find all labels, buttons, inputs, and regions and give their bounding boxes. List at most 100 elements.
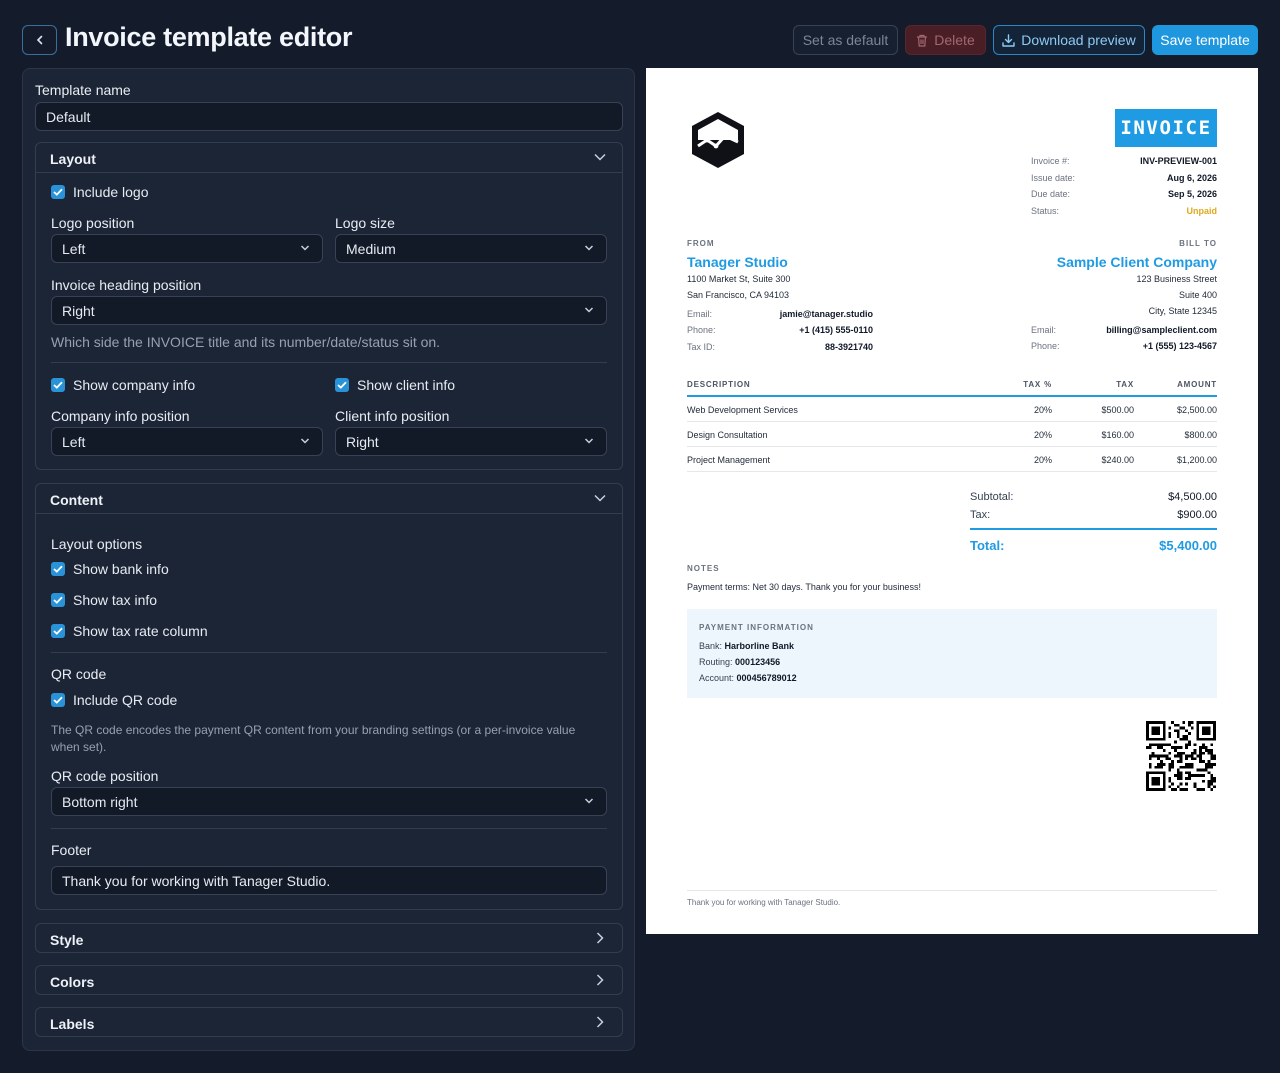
chevron-right-icon <box>596 974 604 986</box>
client-address-line-1: 123 Business Street <box>1136 274 1217 284</box>
checkbox-checked-icon <box>51 378 65 392</box>
page-title: Invoice template editor <box>65 22 353 52</box>
show-tax-info-label: Show tax info <box>73 592 158 608</box>
notes-caption: NOTES <box>687 564 720 573</box>
include-qr-code-label: Include QR code <box>73 692 178 708</box>
meta-status: Status: Unpaid <box>1031 206 1217 216</box>
set-as-default-button[interactable]: Set as default <box>793 25 898 55</box>
delete-button[interactable]: Delete <box>905 25 986 55</box>
logo-position-value: Left <box>62 240 86 257</box>
company-tax-id: Tax ID: 88-3921740 <box>687 342 873 352</box>
show-tax-info-checkbox[interactable]: Show tax info <box>51 592 157 608</box>
chevron-down-icon <box>584 438 594 444</box>
show-client-info-label: Show client info <box>357 377 456 393</box>
subtotal-row: Subtotal: $4,500.00 <box>970 491 1217 503</box>
table-row: Web Development Services 20% $500.00 $2,… <box>687 397 1217 422</box>
logo-position-select[interactable]: Left <box>51 234 323 263</box>
delete-label: Delete <box>934 32 975 48</box>
qr-position-select[interactable]: Bottom right <box>51 787 607 816</box>
template-name-label: Template name <box>35 82 131 98</box>
company-logo-icon <box>692 112 744 168</box>
include-logo-checkbox[interactable]: Include logo <box>51 184 149 200</box>
labels-section-title: Labels <box>50 1016 95 1032</box>
table-row: Design Consultation 20% $160.00 $800.00 <box>687 422 1217 447</box>
invoice-footer-text: Thank you for working with Tanager Studi… <box>687 898 841 907</box>
status-badge: Unpaid <box>1186 206 1218 216</box>
meta-due-date: Due date: Sep 5, 2026 <box>1031 189 1217 199</box>
show-tax-rate-column-checkbox[interactable]: Show tax rate column <box>51 623 208 639</box>
layout-section-header[interactable]: Layout <box>36 143 622 173</box>
payment-information-caption: PAYMENT INFORMATION <box>699 623 814 632</box>
save-template-button[interactable]: Save template <box>1152 25 1258 55</box>
meta-issue-date: Issue date: Aug 6, 2026 <box>1031 173 1217 183</box>
heading-position-help: Which side the INVOICE title and its num… <box>51 334 441 350</box>
style-section-header[interactable]: Style <box>35 923 623 953</box>
company-position-select[interactable]: Left <box>51 427 323 456</box>
save-template-label: Save template <box>1160 32 1250 48</box>
footer-input[interactable]: Thank you for working with Tanager Studi… <box>51 866 607 895</box>
chevron-down-icon <box>584 245 594 251</box>
chevron-right-icon <box>596 932 604 944</box>
content-section-header[interactable]: Content <box>36 484 622 514</box>
template-name-input[interactable]: Default <box>35 102 623 131</box>
layout-section: Layout Include logo Logo position Left L… <box>35 142 623 470</box>
labels-section-header[interactable]: Labels <box>35 1007 623 1037</box>
payment-information-box: PAYMENT INFORMATION Bank: Harborline Ban… <box>687 609 1217 698</box>
show-tax-rate-column-label: Show tax rate column <box>73 623 208 639</box>
company-position-label: Company info position <box>51 408 190 424</box>
company-address-line-1: 1100 Market St, Suite 300 <box>687 274 791 284</box>
content-section: Content Layout options Show bank info Sh… <box>35 483 623 910</box>
checkbox-checked-icon <box>51 185 65 199</box>
chevron-down-icon <box>300 245 310 251</box>
download-icon <box>1002 33 1015 47</box>
company-phone: Phone: +1 (415) 555-0110 <box>687 325 873 335</box>
set-as-default-label: Set as default <box>802 32 889 48</box>
footer-rule <box>687 890 1217 891</box>
client-position-select[interactable]: Right <box>335 427 607 456</box>
checkbox-checked-icon <box>51 562 65 576</box>
chevron-left-icon <box>36 35 42 45</box>
back-button[interactable] <box>22 25 57 55</box>
qr-code-help: The QR code encodes the payment QR conte… <box>51 723 576 754</box>
column-header-amount: AMOUNT <box>1177 380 1217 389</box>
chevron-down-icon <box>594 494 606 502</box>
client-phone: Phone: +1 (555) 123-4567 <box>1031 341 1217 351</box>
layout-section-title: Layout <box>50 151 96 167</box>
show-bank-info-checkbox[interactable]: Show bank info <box>51 561 169 577</box>
chevron-down-icon <box>584 307 594 313</box>
client-address-line-3: City, State 12345 <box>1148 306 1217 316</box>
colors-section-header[interactable]: Colors <box>35 965 623 995</box>
payment-routing: Routing: 000123456 <box>699 657 781 667</box>
client-position-value: Right <box>346 433 379 450</box>
client-name: Sample Client Company <box>1056 254 1217 270</box>
layout-options-label: Layout options <box>51 536 143 552</box>
column-header-description: DESCRIPTION <box>687 380 751 389</box>
show-company-info-checkbox[interactable]: Show company info <box>51 377 195 393</box>
payment-account: Account: 000456789012 <box>699 673 797 683</box>
logo-size-value: Medium <box>346 240 396 257</box>
divider <box>51 828 607 829</box>
heading-position-select[interactable]: Right <box>51 296 607 325</box>
table-row: Project Management 20% $240.00 $1,200.00 <box>687 447 1217 472</box>
download-preview-label: Download preview <box>1021 32 1136 48</box>
company-email: Email: jamie@tanager.studio <box>687 309 873 319</box>
notes-text: Payment terms: Net 30 days. Thank you fo… <box>687 582 921 592</box>
checkbox-checked-icon <box>335 378 349 392</box>
include-qr-code-checkbox[interactable]: Include QR code <box>51 692 177 708</box>
logo-size-select[interactable]: Medium <box>335 234 607 263</box>
from-caption: FROM <box>687 239 715 248</box>
show-client-info-checkbox[interactable]: Show client info <box>335 377 455 393</box>
meta-invoice-number: Invoice #: INV-PREVIEW-001 <box>1031 156 1217 166</box>
content-section-title: Content <box>50 492 103 508</box>
client-position-label: Client info position <box>335 408 450 424</box>
bill-to-caption: BILL TO <box>1179 239 1217 248</box>
chevron-down-icon <box>594 153 606 161</box>
invoice-preview: INVOICE Invoice #: INV-PREVIEW-001 Issue … <box>646 68 1258 934</box>
qr-code-label: QR code <box>51 666 107 682</box>
chevron-right-icon <box>596 1016 604 1028</box>
checkbox-checked-icon <box>51 624 65 638</box>
style-section-title: Style <box>50 932 84 948</box>
checkbox-checked-icon <box>51 593 65 607</box>
download-preview-button[interactable]: Download preview <box>993 25 1145 55</box>
qr-position-label: QR code position <box>51 768 159 784</box>
